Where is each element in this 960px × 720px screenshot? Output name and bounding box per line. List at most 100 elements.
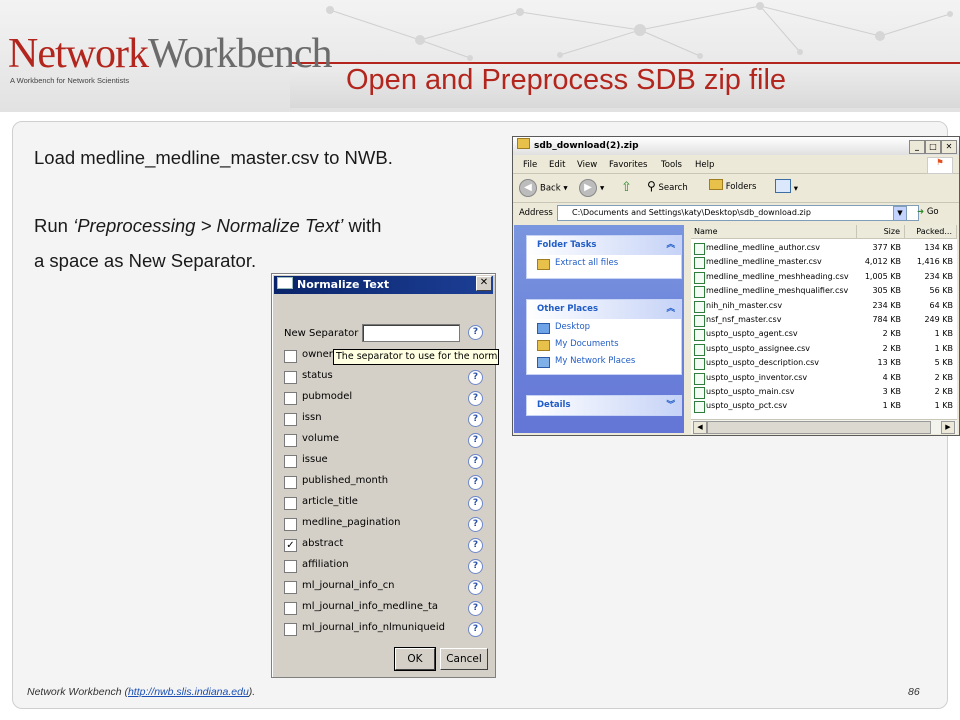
other-places-title: Other Places xyxy=(537,304,598,314)
file-row[interactable]: uspto_uspto_main.csv 3 KB 2 KB xyxy=(691,385,957,399)
minimize-button[interactable]: _ xyxy=(909,140,925,154)
file-name: uspto_uspto_inventor.csv xyxy=(706,372,808,382)
back-button[interactable]: ◀ Back ▾ xyxy=(519,179,568,197)
field-label: ml_journal_info_nlmuniqueid xyxy=(302,622,445,633)
field-checkbox[interactable] xyxy=(284,434,297,447)
file-row[interactable]: uspto_uspto_inventor.csv 4 KB 2 KB xyxy=(691,371,957,385)
address-input[interactable]: C:\Documents and Settings\katy\Desktop\s… xyxy=(557,205,919,221)
maximize-button[interactable]: □ xyxy=(925,140,941,154)
details-box: Details ︾ xyxy=(526,395,682,416)
close-window-button[interactable]: ✕ xyxy=(941,140,957,154)
file-packed-size: 249 KB xyxy=(924,315,953,324)
field-checkbox[interactable] xyxy=(284,413,297,426)
field-help-icon[interactable]: ? xyxy=(468,433,483,448)
field-checkbox[interactable] xyxy=(284,455,297,468)
field-checkbox[interactable] xyxy=(284,371,297,384)
new-separator-input[interactable] xyxy=(362,324,460,342)
my-network-places-link[interactable]: My Network Places xyxy=(527,353,681,370)
field-help-icon[interactable]: ? xyxy=(468,475,483,490)
menu-edit[interactable]: Edit xyxy=(549,160,565,170)
field-help-icon[interactable]: ? xyxy=(468,391,483,406)
file-row[interactable]: uspto_uspto_assignee.csv 2 KB 1 KB xyxy=(691,342,957,356)
file-name: uspto_uspto_assignee.csv xyxy=(706,343,810,353)
field-checkbox[interactable]: ✓ xyxy=(284,539,297,552)
address-dropdown-icon[interactable]: ▼ xyxy=(893,206,907,221)
column-packed[interactable]: Packed... xyxy=(905,225,957,239)
ok-button[interactable]: OK xyxy=(394,647,436,671)
other-places-header[interactable]: Other Places ︽ xyxy=(527,300,681,319)
search-icon: ⚲ xyxy=(647,179,656,193)
file-row[interactable]: nih_nih_master.csv 234 KB 64 KB xyxy=(691,299,957,313)
file-packed-size: 2 KB xyxy=(934,387,953,396)
menu-view[interactable]: View xyxy=(577,160,597,170)
file-row[interactable]: uspto_uspto_agent.csv 2 KB 1 KB xyxy=(691,327,957,342)
file-size: 2 KB xyxy=(882,329,901,339)
field-help-icon[interactable]: ? xyxy=(468,538,483,553)
nwb-logo: NetworkWorkbench xyxy=(8,30,333,78)
menu-tools[interactable]: Tools xyxy=(661,160,682,170)
desktop-link[interactable]: Desktop xyxy=(527,319,681,336)
dialog-close-button[interactable]: ✕ xyxy=(476,276,492,291)
file-row[interactable]: medline_medline_meshheading.csv 1,005 KB 2… xyxy=(691,270,957,284)
field-checkbox[interactable] xyxy=(284,623,297,636)
field-help-icon[interactable]: ? xyxy=(468,412,483,427)
my-documents-label: My Documents xyxy=(555,339,619,349)
file-row[interactable]: medline_medline_author.csv 377 KB 134 KB xyxy=(691,241,957,255)
my-network-places-label: My Network Places xyxy=(555,356,636,366)
field-checkbox[interactable] xyxy=(284,476,297,489)
field-checkbox[interactable] xyxy=(284,560,297,573)
file-size: 377 KB xyxy=(872,243,901,252)
folders-button[interactable]: Folders xyxy=(709,179,756,192)
menu-help[interactable]: Help xyxy=(695,160,714,170)
dialog-titlebar: Normalize Text xyxy=(274,276,493,294)
field-checkbox[interactable] xyxy=(284,581,297,594)
zip-folder-icon xyxy=(517,138,530,149)
field-checkbox[interactable] xyxy=(284,602,297,615)
file-row[interactable]: uspto_uspto_pct.csv 1 KB 1 KB xyxy=(691,399,957,414)
search-button[interactable]: ⚲ Search xyxy=(647,179,688,193)
my-documents-link[interactable]: My Documents xyxy=(527,336,681,353)
go-button[interactable]: ➜ Go xyxy=(917,207,939,217)
file-size: 2 KB xyxy=(882,343,901,353)
field-help-icon[interactable]: ? xyxy=(468,601,483,616)
footer-credit: Network Workbench (http://nwb.slis.india… xyxy=(27,686,255,698)
field-checkbox[interactable] xyxy=(284,497,297,510)
extract-all-files-link[interactable]: Extract all files xyxy=(527,255,681,272)
field-checkbox[interactable] xyxy=(284,518,297,531)
scroll-left-icon[interactable]: ◀ xyxy=(693,421,707,434)
field-checkbox[interactable] xyxy=(284,392,297,405)
field-help-icon[interactable]: ? xyxy=(468,496,483,511)
field-help-icon[interactable]: ? xyxy=(468,370,483,385)
file-row[interactable]: nsf_nsf_master.csv 784 KB 249 KB xyxy=(691,313,957,327)
file-name: uspto_uspto_agent.csv xyxy=(706,329,798,339)
file-row[interactable]: uspto_uspto_description.csv 13 KB 5 KB xyxy=(691,356,957,371)
file-size: 4,012 KB xyxy=(864,257,901,267)
cancel-button[interactable]: Cancel xyxy=(440,648,488,670)
details-header[interactable]: Details ︾ xyxy=(527,396,681,415)
folder-tasks-header[interactable]: Folder Tasks ︽ xyxy=(527,236,681,255)
file-row[interactable]: medline_medline_meshqualifier.csv 305 KB 5… xyxy=(691,284,957,299)
dialog-window-icon xyxy=(277,277,293,289)
csv-file-icon xyxy=(694,401,705,414)
footer-link[interactable]: http://nwb.slis.indiana.edu xyxy=(128,686,249,698)
field-help-icon[interactable]: ? xyxy=(468,559,483,574)
field-help-icon[interactable]: ? xyxy=(468,580,483,595)
folders-icon xyxy=(709,179,723,190)
file-row[interactable]: medline_medline_master.csv 4,012 KB 1,416 … xyxy=(691,255,957,270)
field-help-icon[interactable]: ? xyxy=(468,517,483,532)
scroll-thumb[interactable] xyxy=(707,421,931,434)
up-folder-icon[interactable]: ⇧ xyxy=(621,180,632,195)
column-name[interactable]: Name xyxy=(691,225,857,239)
horizontal-scrollbar[interactable]: ◀ ▶ xyxy=(691,419,957,434)
field-help-icon[interactable]: ? xyxy=(468,622,483,637)
field-checkbox[interactable] xyxy=(284,350,297,363)
separator-help-icon[interactable]: ? xyxy=(468,325,483,340)
forward-button[interactable]: ▶ ▾ xyxy=(579,179,604,197)
scroll-right-icon[interactable]: ▶ xyxy=(941,421,955,434)
views-button[interactable]: ▾ xyxy=(775,179,798,194)
field-help-icon[interactable]: ? xyxy=(468,454,483,469)
csv-file-icon xyxy=(694,358,705,371)
menu-favorites[interactable]: Favorites xyxy=(609,160,647,170)
menu-file[interactable]: File xyxy=(523,160,537,170)
column-size[interactable]: Size xyxy=(857,225,905,239)
